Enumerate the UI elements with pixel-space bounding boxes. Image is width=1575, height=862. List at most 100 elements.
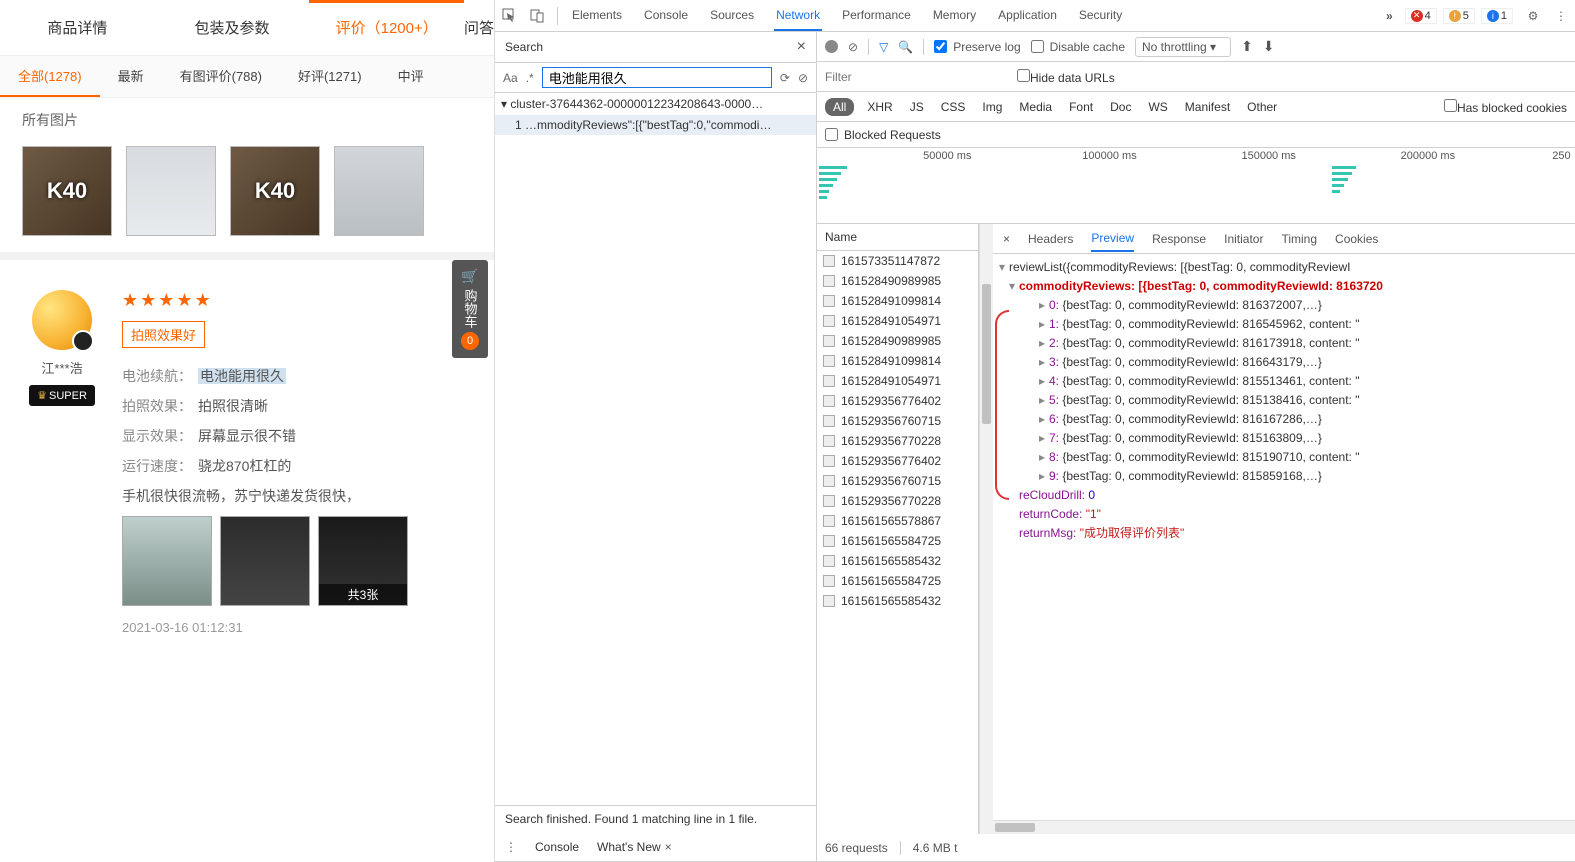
close-icon[interactable]: × <box>797 38 806 56</box>
preserve-log-checkbox[interactable]: Preserve log <box>934 40 1020 54</box>
detail-tab-timing[interactable]: Timing <box>1281 227 1317 251</box>
tab-console[interactable]: Console <box>642 1 690 31</box>
preview-item[interactable]: ▸7: {bestTag: 0, commodityReviewId: 8151… <box>993 429 1575 448</box>
detail-tab-headers[interactable]: Headers <box>1028 227 1073 251</box>
request-row[interactable]: 161561565584725 <box>817 531 978 551</box>
type-all[interactable]: All <box>825 98 854 116</box>
tab-package[interactable]: 包装及参数 <box>155 0 310 55</box>
search-icon[interactable]: 🔍 <box>898 40 913 54</box>
request-row[interactable]: 161528490989985 <box>817 331 978 351</box>
preview-item[interactable]: ▸0: {bestTag: 0, commodityReviewId: 8163… <box>993 296 1575 315</box>
filter-latest[interactable]: 最新 <box>100 56 162 97</box>
tab-reviews[interactable]: 评价（1200+） <box>309 0 464 55</box>
tab-application[interactable]: Application <box>996 1 1059 31</box>
filter-good[interactable]: 好评(1271) <box>280 56 380 97</box>
search-input[interactable] <box>542 67 772 88</box>
tab-detail[interactable]: 商品详情 <box>0 0 155 55</box>
upload-icon[interactable]: ⬆ <box>1241 38 1253 55</box>
download-icon[interactable]: ⬇ <box>1263 38 1275 55</box>
preview-item[interactable]: ▸9: {bestTag: 0, commodityReviewId: 8158… <box>993 467 1575 486</box>
thumbnail[interactable] <box>334 146 424 236</box>
thumbnail[interactable] <box>126 146 216 236</box>
blocked-cookies-checkbox[interactable]: Has blocked cookies <box>1444 99 1567 115</box>
request-row[interactable]: 161561565584725 <box>817 571 978 591</box>
drawer-tab-whatsnew[interactable]: What's New <box>597 840 661 854</box>
regex-icon[interactable]: .* <box>526 71 534 85</box>
type-font[interactable]: Font <box>1065 98 1097 116</box>
clear-icon[interactable]: ⊘ <box>848 40 858 54</box>
request-row[interactable]: 161528490989985 <box>817 271 978 291</box>
thumbnail[interactable]: K40 <box>230 146 320 236</box>
type-ws[interactable]: WS <box>1144 98 1171 116</box>
type-xhr[interactable]: XHR <box>863 98 896 116</box>
cart-float[interactable]: 🛒 购物车 0 <box>452 260 488 358</box>
type-img[interactable]: Img <box>978 98 1006 116</box>
blocked-requests-checkbox[interactable] <box>825 128 838 141</box>
horizontal-scrollbar[interactable] <box>993 820 1575 834</box>
tab-security[interactable]: Security <box>1077 1 1124 31</box>
preview-item[interactable]: ▸3: {bestTag: 0, commodityReviewId: 8166… <box>993 353 1575 372</box>
menu-icon[interactable]: ⋮ <box>1553 8 1569 24</box>
request-row[interactable]: 161528491054971 <box>817 311 978 331</box>
clear-icon[interactable]: ⊘ <box>798 71 808 85</box>
preview-item[interactable]: ▸8: {bestTag: 0, commodityReviewId: 8151… <box>993 448 1575 467</box>
tab-memory[interactable]: Memory <box>931 1 978 31</box>
preview-item[interactable]: ▸5: {bestTag: 0, commodityReviewId: 8151… <box>993 391 1575 410</box>
error-badge[interactable]: ✕4 <box>1405 8 1437 24</box>
detail-tab-initiator[interactable]: Initiator <box>1224 227 1263 251</box>
preview-item[interactable]: ▸2: {bestTag: 0, commodityReviewId: 8161… <box>993 334 1575 353</box>
request-row[interactable]: 161529356770228 <box>817 431 978 451</box>
request-row[interactable]: 161529356770228 <box>817 491 978 511</box>
match-case-icon[interactable]: Aa <box>503 71 518 85</box>
type-js[interactable]: JS <box>906 98 928 116</box>
hide-urls-checkbox[interactable]: Hide data URLs <box>1017 69 1115 85</box>
request-row[interactable]: 161528491054971 <box>817 371 978 391</box>
more-tabs-icon[interactable]: » <box>1386 9 1393 23</box>
filter-icon[interactable]: ▽ <box>879 40 888 54</box>
throttling-select[interactable]: No throttling ▾ <box>1135 37 1231 57</box>
filter-mid[interactable]: 中评 <box>380 56 442 97</box>
filter-withpic[interactable]: 有图评价(788) <box>162 56 280 97</box>
tab-performance[interactable]: Performance <box>840 1 913 31</box>
close-icon[interactable]: × <box>665 840 672 854</box>
close-icon[interactable]: × <box>1003 232 1010 246</box>
type-media[interactable]: Media <box>1015 98 1056 116</box>
filter-all[interactable]: 全部(1278) <box>0 56 100 97</box>
record-icon[interactable] <box>825 40 838 53</box>
type-doc[interactable]: Doc <box>1106 98 1135 116</box>
info-badge[interactable]: i1 <box>1481 8 1513 24</box>
search-result-group[interactable]: ▾ cluster-37644362-00000012234208643-000… <box>495 93 816 115</box>
type-manifest[interactable]: Manifest <box>1181 98 1234 116</box>
device-icon[interactable] <box>529 8 545 24</box>
tab-qa[interactable]: 问答 <box>464 0 494 55</box>
thumbnail[interactable]: K40 <box>22 146 112 236</box>
drawer-tab-console[interactable]: Console <box>535 840 579 854</box>
inspect-icon[interactable] <box>501 8 517 24</box>
name-header[interactable]: Name <box>817 224 978 251</box>
review-pic[interactable] <box>122 516 212 606</box>
detail-tab-cookies[interactable]: Cookies <box>1335 227 1378 251</box>
preview-item[interactable]: ▸6: {bestTag: 0, commodityReviewId: 8161… <box>993 410 1575 429</box>
warning-badge[interactable]: !5 <box>1443 8 1475 24</box>
request-row[interactable]: 161529356760715 <box>817 471 978 491</box>
request-row[interactable]: 161529356776402 <box>817 391 978 411</box>
request-row[interactable]: 161561565585432 <box>817 551 978 571</box>
request-row[interactable]: 161528491099814 <box>817 291 978 311</box>
tab-network[interactable]: Network <box>774 1 822 31</box>
filter-input[interactable] <box>825 70 1005 84</box>
detail-tab-response[interactable]: Response <box>1152 227 1206 251</box>
request-row[interactable]: 161529356760715 <box>817 411 978 431</box>
detail-tab-preview[interactable]: Preview <box>1091 226 1134 252</box>
tab-elements[interactable]: Elements <box>570 1 624 31</box>
tab-sources[interactable]: Sources <box>708 1 756 31</box>
refresh-icon[interactable]: ⟳ <box>780 71 790 85</box>
preview-item[interactable]: ▸4: {bestTag: 0, commodityReviewId: 8155… <box>993 372 1575 391</box>
type-other[interactable]: Other <box>1243 98 1281 116</box>
drawer-menu-icon[interactable]: ⋮ <box>505 840 517 854</box>
settings-icon[interactable]: ⚙ <box>1525 8 1541 24</box>
type-css[interactable]: CSS <box>937 98 970 116</box>
review-pic[interactable] <box>220 516 310 606</box>
request-row[interactable]: 161561565585432 <box>817 591 978 611</box>
request-row[interactable]: 161529356776402 <box>817 451 978 471</box>
disable-cache-checkbox[interactable]: Disable cache <box>1031 40 1125 54</box>
